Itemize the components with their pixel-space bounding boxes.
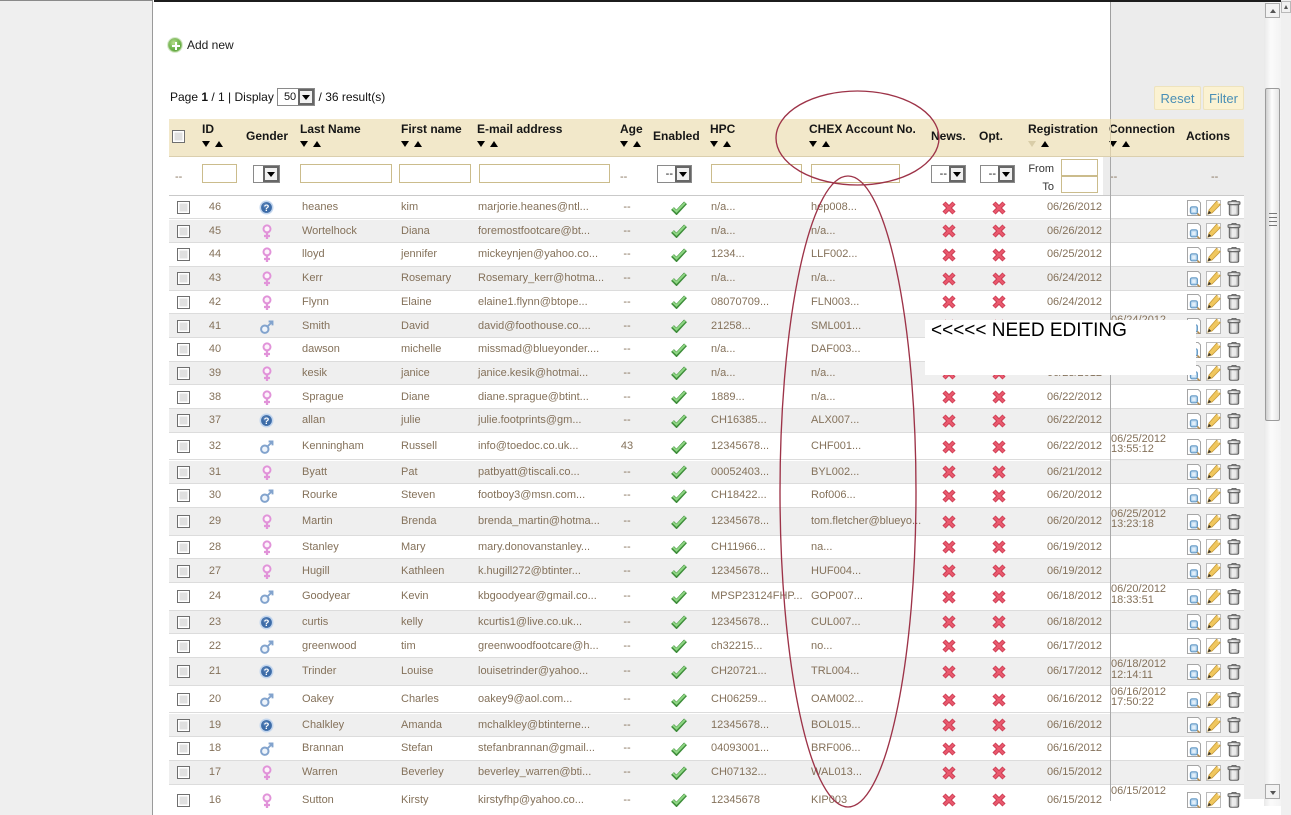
svg-text:?: ? xyxy=(264,203,270,214)
svg-text:?: ? xyxy=(264,618,270,629)
svg-text:?: ? xyxy=(264,721,270,732)
svg-text:?: ? xyxy=(264,416,270,427)
svg-text:?: ? xyxy=(264,667,270,678)
